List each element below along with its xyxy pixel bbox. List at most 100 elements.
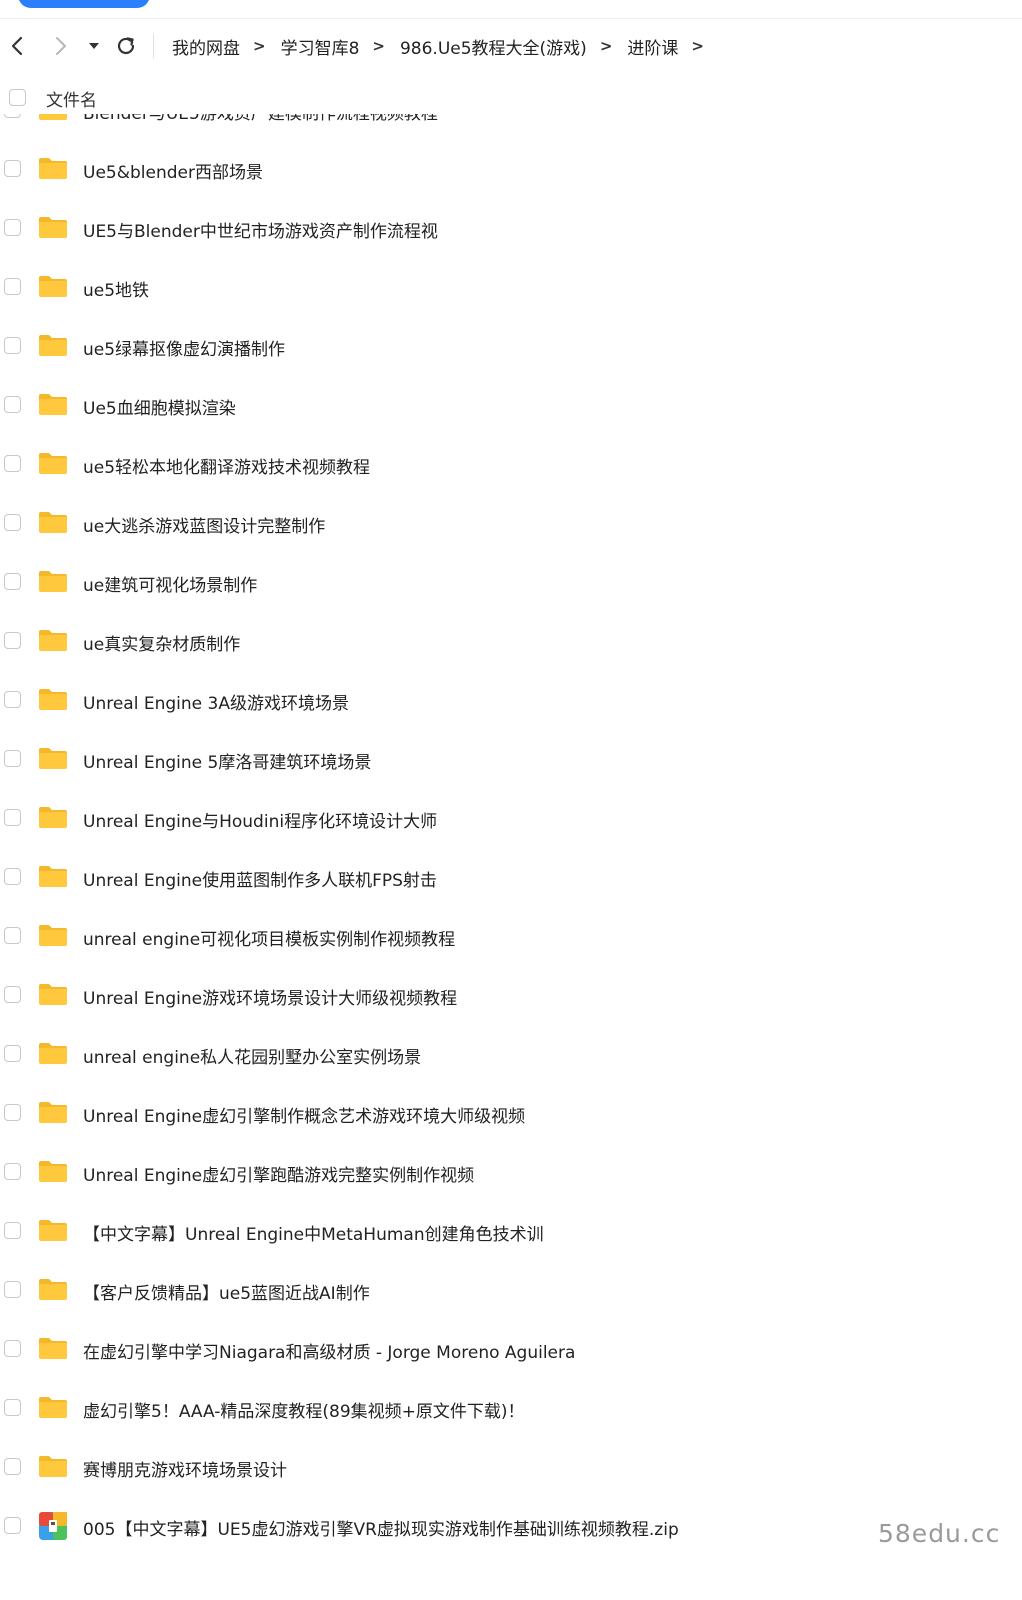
breadcrumb-separator: > <box>372 37 385 55</box>
file-row[interactable]: Unreal Engine 3A级游戏环境场景 <box>0 671 1022 730</box>
file-name[interactable]: UE5与Blender中世纪市场游戏资产制作流程视 <box>83 217 438 242</box>
breadcrumb-item[interactable]: 我的网盘 <box>172 34 240 59</box>
file-row[interactable]: Unreal Engine游戏环境场景设计大师级视频教程 <box>0 966 1022 1025</box>
file-row[interactable]: Unreal Engine虚幻引擎制作概念艺术游戏环境大师级视频 <box>0 1084 1022 1143</box>
row-checkbox[interactable] <box>4 1163 21 1180</box>
file-name[interactable]: ue5轻松本地化翻译游戏技术视频教程 <box>83 453 370 478</box>
file-name[interactable]: 005【中文字幕】UE5虚幻游戏引擎VR虚拟现实游戏制作基础训练视频教程.zip <box>83 1515 679 1540</box>
row-checkbox[interactable] <box>4 809 21 826</box>
file-name[interactable]: Ue5血细胞模拟渲染 <box>83 394 236 419</box>
file-row[interactable]: Unreal Engine虚幻引擎跑酷游戏完整实例制作视频 <box>0 1143 1022 1202</box>
refresh-button[interactable] <box>112 26 140 66</box>
upload-button[interactable] <box>18 0 150 8</box>
folder-icon <box>38 1219 68 1242</box>
row-checkbox[interactable] <box>4 337 21 354</box>
breadcrumb-separator: > <box>599 37 613 55</box>
file-name[interactable]: Unreal Engine使用蓝图制作多人联机FPS射击 <box>83 866 437 891</box>
column-header-filename[interactable]: 文件名 <box>46 86 97 111</box>
file-name[interactable]: unreal engine可视化项目模板实例制作视频教程 <box>83 925 455 950</box>
top-strip <box>0 0 1022 19</box>
chevron-right-icon <box>54 36 68 56</box>
folder-icon <box>38 629 68 652</box>
row-checkbox[interactable] <box>4 573 21 590</box>
select-all-checkbox[interactable] <box>9 89 26 106</box>
row-checkbox[interactable] <box>4 1222 21 1239</box>
folder-icon <box>38 865 68 888</box>
file-row[interactable]: ue大逃杀游戏蓝图设计完整制作 <box>0 494 1022 553</box>
file-name[interactable]: 赛博朋克游戏环境场景设计 <box>83 1456 287 1481</box>
folder-icon <box>38 924 68 947</box>
file-name[interactable]: ue建筑可视化场景制作 <box>83 571 257 596</box>
file-name[interactable]: Blender与UE5游戏资产建模制作流程视频教程 <box>83 114 438 124</box>
file-row[interactable]: 赛博朋克游戏环境场景设计 <box>0 1438 1022 1497</box>
row-checkbox[interactable] <box>4 455 21 472</box>
file-name[interactable]: 【客户反馈精品】ue5蓝图近战AI制作 <box>83 1279 370 1304</box>
breadcrumb: 我的网盘 > 学习智库8 > 986.Ue5教程大全(游戏) > 进阶课 > <box>172 26 719 66</box>
back-button[interactable] <box>4 26 30 66</box>
file-name[interactable]: Unreal Engine虚幻引擎跑酷游戏完整实例制作视频 <box>83 1161 474 1186</box>
file-row[interactable]: unreal engine可视化项目模板实例制作视频教程 <box>0 907 1022 966</box>
file-row[interactable]: Unreal Engine 5摩洛哥建筑环境场景 <box>0 730 1022 789</box>
folder-icon <box>38 334 68 357</box>
row-checkbox[interactable] <box>4 868 21 885</box>
row-checkbox[interactable] <box>4 632 21 649</box>
file-name[interactable]: unreal engine私人花园别墅办公室实例场景 <box>83 1043 421 1068</box>
file-row[interactable]: unreal engine私人花园别墅办公室实例场景 <box>0 1025 1022 1084</box>
forward-button[interactable] <box>48 26 74 66</box>
file-row[interactable]: 虚幻引擎5！AAA-精品深度教程(89集视频+原文件下载)！ <box>0 1379 1022 1438</box>
file-row[interactable]: ue5地铁 <box>0 258 1022 317</box>
row-checkbox[interactable] <box>4 986 21 1003</box>
breadcrumb-item[interactable]: 学习智库8 <box>281 34 360 59</box>
file-row[interactable]: Ue5血细胞模拟渲染 <box>0 376 1022 435</box>
file-name[interactable]: Unreal Engine 3A级游戏环境场景 <box>83 689 349 714</box>
row-checkbox[interactable] <box>4 927 21 944</box>
folder-icon <box>38 570 68 593</box>
file-row[interactable]: UE5与Blender中世纪市场游戏资产制作流程视 <box>0 199 1022 258</box>
file-row[interactable]: ue真实复杂材质制作 <box>0 612 1022 671</box>
file-name[interactable]: Unreal Engine 5摩洛哥建筑环境场景 <box>83 748 371 773</box>
file-row[interactable]: 在虚幻引擎中学习Niagara和高级材质 - Jorge Moreno Agui… <box>0 1320 1022 1379</box>
row-checkbox[interactable] <box>4 114 21 118</box>
file-row[interactable]: Unreal Engine与Houdini程序化环境设计大师 <box>0 789 1022 848</box>
file-name[interactable]: 虚幻引擎5！AAA-精品深度教程(89集视频+原文件下载)！ <box>83 1397 525 1422</box>
file-name[interactable]: Ue5&blender西部场景 <box>83 158 263 183</box>
file-name[interactable]: ue真实复杂材质制作 <box>83 630 240 655</box>
row-checkbox[interactable] <box>4 514 21 531</box>
row-checkbox[interactable] <box>4 160 21 177</box>
row-checkbox[interactable] <box>4 1458 21 1475</box>
file-name[interactable]: Unreal Engine虚幻引擎制作概念艺术游戏环境大师级视频 <box>83 1102 525 1127</box>
row-checkbox[interactable] <box>4 1399 21 1416</box>
file-row[interactable]: ue建筑可视化场景制作 <box>0 553 1022 612</box>
row-checkbox[interactable] <box>4 1045 21 1062</box>
row-checkbox[interactable] <box>4 1340 21 1357</box>
row-checkbox[interactable] <box>4 750 21 767</box>
file-row[interactable]: 【客户反馈精品】ue5蓝图近战AI制作 <box>0 1261 1022 1320</box>
file-name[interactable]: Unreal Engine与Houdini程序化环境设计大师 <box>83 807 437 832</box>
row-checkbox[interactable] <box>4 691 21 708</box>
breadcrumb-item[interactable]: 986.Ue5教程大全(游戏) <box>400 34 587 59</box>
file-row[interactable]: 005【中文字幕】UE5虚幻游戏引擎VR虚拟现实游戏制作基础训练视频教程.zip <box>0 1497 1022 1556</box>
file-row[interactable]: 【中文字幕】Unreal Engine中MetaHuman创建角色技术训 <box>0 1202 1022 1261</box>
file-row[interactable]: ue5绿幕抠像虚幻演播制作 <box>0 317 1022 376</box>
file-row[interactable]: Blender与UE5游戏资产建模制作流程视频教程 <box>0 114 1022 140</box>
file-name[interactable]: 在虚幻引擎中学习Niagara和高级材质 - Jorge Moreno Agui… <box>83 1338 575 1363</box>
list-header: 文件名 <box>0 84 1022 114</box>
file-name[interactable]: ue5地铁 <box>83 276 149 301</box>
history-dropdown-button[interactable] <box>84 26 104 66</box>
file-name[interactable]: ue5绿幕抠像虚幻演播制作 <box>83 335 285 360</box>
row-checkbox[interactable] <box>4 396 21 413</box>
row-checkbox[interactable] <box>4 278 21 295</box>
breadcrumb-item[interactable]: 进阶课 <box>627 34 678 59</box>
file-name[interactable]: 【中文字幕】Unreal Engine中MetaHuman创建角色技术训 <box>83 1220 544 1245</box>
file-name[interactable]: ue大逃杀游戏蓝图设计完整制作 <box>83 512 325 537</box>
row-checkbox[interactable] <box>4 219 21 236</box>
folder-icon <box>38 688 68 711</box>
file-row[interactable]: Ue5&blender西部场景 <box>0 140 1022 199</box>
file-row[interactable]: ue5轻松本地化翻译游戏技术视频教程 <box>0 435 1022 494</box>
file-name[interactable]: Unreal Engine游戏环境场景设计大师级视频教程 <box>83 984 457 1009</box>
file-list[interactable]: Blender与UE5游戏资产建模制作流程视频教程 Ue5&blender西部场景… <box>0 114 1022 1600</box>
row-checkbox[interactable] <box>4 1281 21 1298</box>
row-checkbox[interactable] <box>4 1104 21 1121</box>
file-row[interactable]: Unreal Engine使用蓝图制作多人联机FPS射击 <box>0 848 1022 907</box>
row-checkbox[interactable] <box>4 1517 21 1534</box>
